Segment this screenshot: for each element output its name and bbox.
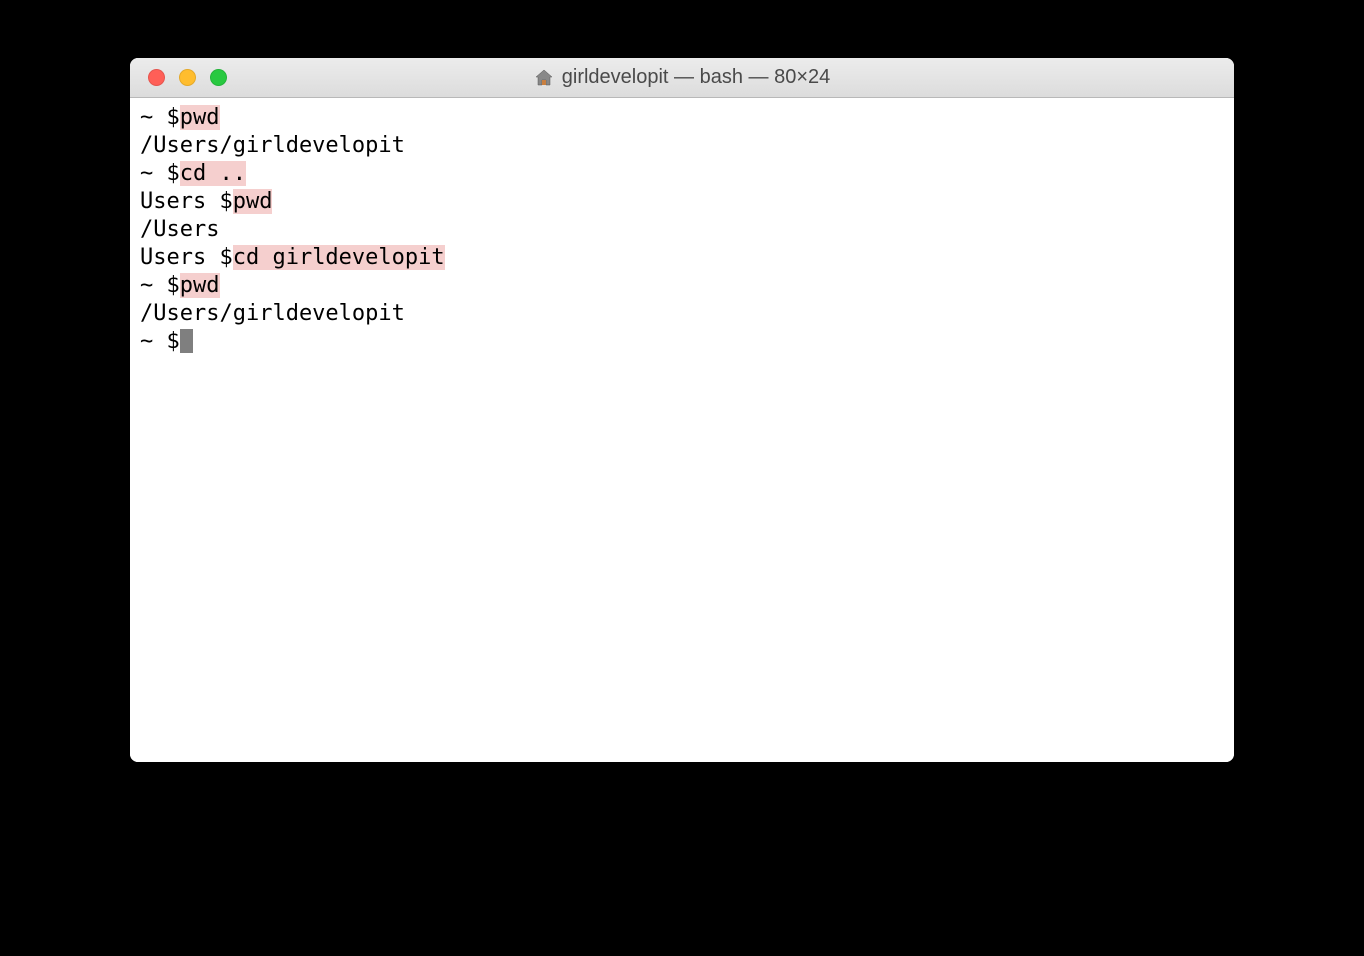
- cursor: [180, 329, 193, 353]
- terminal-line: ~ $pwd: [140, 272, 1224, 300]
- terminal-output: /Users/girldevelopit: [140, 300, 1224, 328]
- terminal-current-line: ~ $: [140, 328, 1224, 356]
- maximize-button[interactable]: [210, 69, 227, 86]
- prompt: ~ $: [140, 273, 180, 298]
- terminal-body[interactable]: ~ $pwd/Users/girldevelopit~ $cd ..Users …: [130, 98, 1234, 762]
- terminal-output: /Users: [140, 216, 1224, 244]
- terminal-window: girldevelopit — bash — 80×24 ~ $pwd/User…: [130, 58, 1234, 762]
- terminal-line: ~ $pwd: [140, 104, 1224, 132]
- minimize-button[interactable]: [179, 69, 196, 86]
- prompt: ~ $: [140, 329, 180, 354]
- close-button[interactable]: [148, 69, 165, 86]
- titlebar[interactable]: girldevelopit — bash — 80×24: [130, 58, 1234, 98]
- command-highlight: cd ..: [180, 161, 246, 186]
- window-title: girldevelopit — bash — 80×24: [562, 66, 831, 89]
- command-highlight: pwd: [233, 189, 273, 214]
- title-area: girldevelopit — bash — 80×24: [130, 66, 1234, 89]
- terminal-line: Users $pwd: [140, 188, 1224, 216]
- terminal-line: ~ $cd ..: [140, 160, 1224, 188]
- command-highlight: cd girldevelopit: [233, 245, 445, 270]
- traffic-lights: [130, 69, 227, 86]
- prompt: Users $: [140, 245, 233, 270]
- prompt: Users $: [140, 189, 233, 214]
- prompt: ~ $: [140, 105, 180, 130]
- command-highlight: pwd: [180, 273, 220, 298]
- terminal-line: Users $cd girldevelopit: [140, 244, 1224, 272]
- prompt: ~ $: [140, 161, 180, 186]
- terminal-output: /Users/girldevelopit: [140, 132, 1224, 160]
- command-highlight: pwd: [180, 105, 220, 130]
- home-icon: [534, 68, 554, 88]
